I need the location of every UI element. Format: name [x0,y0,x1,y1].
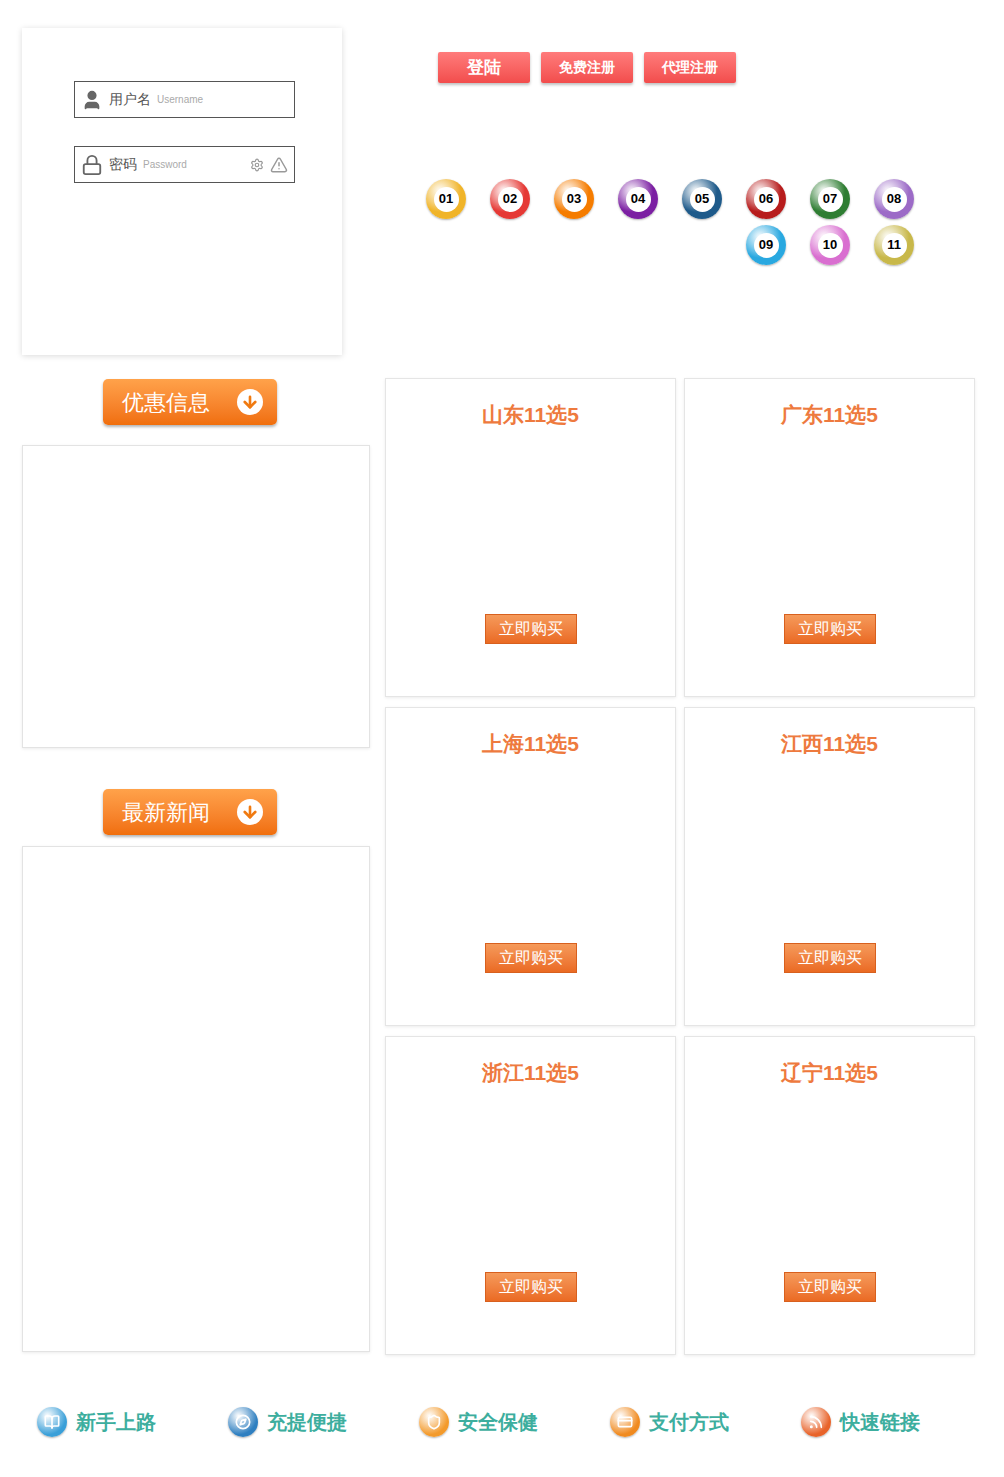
lottery-ball: 08 [874,179,914,219]
lottery-card: 辽宁11选5 立即购买 [684,1036,975,1355]
lottery-card: 山东11选5 立即购买 [385,378,676,697]
buy-button[interactable]: 立即购买 [784,614,876,644]
lottery-ball: 05 [682,179,722,219]
top-section: 用户名Username密码Password登陆免费注册代理注册010203040… [0,0,1004,355]
lottery-title: 山东11选5 [482,401,579,429]
lottery-ball: 03 [554,179,594,219]
footer-link[interactable]: 快速链接 [801,1407,992,1437]
warning-icon [270,156,288,174]
ball-grid: 01 02 03 04 05 06 07 08 09 10 11 [426,179,914,265]
gear-icon[interactable] [250,158,264,172]
buy-button[interactable]: 立即购买 [485,943,577,973]
sidebar-panel [22,846,370,1352]
lottery-title: 辽宁11选5 [781,1059,878,1087]
footer-link[interactable]: 充提便捷 [228,1407,419,1437]
lottery-ball: 07 [810,179,850,219]
section-header-button[interactable]: 最新新闻 [103,789,277,835]
lottery-title: 上海11选5 [482,730,579,758]
buy-button[interactable]: 立即购买 [784,943,876,973]
lottery-ball: 11 [874,225,914,265]
lottery-title: 广东11选5 [781,401,878,429]
sidebar: 优惠信息最新新闻 [22,378,370,1355]
lottery-card: 江西11选5 立即购买 [684,707,975,1026]
user-icon [81,89,103,111]
lottery-ball: 06 [746,179,786,219]
lottery-ball: 02 [490,179,530,219]
lottery-card: 上海11选5 立即购买 [385,707,676,1026]
header-button[interactable]: 代理注册 [644,52,736,83]
footer-link[interactable]: 新手上路 [37,1407,228,1437]
sidebar-section: 优惠信息 [22,379,370,748]
down-arrow-icon [237,389,263,415]
footer-link-icon [801,1407,831,1437]
lock-icon [81,154,103,176]
username-field[interactable]: 用户名 Username [74,81,295,118]
down-arrow-icon [237,799,263,825]
buy-button[interactable]: 立即购买 [784,1272,876,1302]
footer-link[interactable]: 安全保健 [419,1407,610,1437]
footer-links: 新手上路充提便捷安全保健支付方式快速链接 [0,1407,1004,1467]
sidebar-panel [22,445,370,748]
buy-button[interactable]: 立即购买 [485,614,577,644]
section-header-button[interactable]: 优惠信息 [103,379,277,425]
lottery-ball: 04 [618,179,658,219]
lottery-title: 江西11选5 [781,730,878,758]
buy-button[interactable]: 立即购买 [485,1272,577,1302]
lottery-ball: 10 [810,225,850,265]
header-button[interactable]: 登陆 [438,52,530,83]
password-field[interactable]: 密码 Password [74,146,295,183]
header-right: 登陆免费注册代理注册 01 02 03 04 05 06 07 08 09 10 11 [426,28,914,355]
footer-link[interactable]: 支付方式 [610,1407,801,1437]
lottery-grid: 山东11选5立即购买广东11选5立即购买上海11选5立即购买江西11选5立即购买… [385,378,975,1355]
lottery-ball: 09 [746,225,786,265]
username-label: 用户名 [109,89,151,110]
username-placeholder: Username [157,92,203,107]
footer-link-icon [228,1407,258,1437]
login-panel: 用户名 Username 密码 Password [22,28,342,355]
footer-link-icon [610,1407,640,1437]
password-label: 密码 [109,154,137,175]
sidebar-section: 最新新闻 [22,789,370,1352]
lottery-title: 浙江11选5 [482,1059,579,1087]
header-buttons: 登陆免费注册代理注册 [426,52,914,83]
password-placeholder: Password [143,157,187,172]
footer-link-icon [37,1407,67,1437]
lottery-ball: 01 [426,179,466,219]
page: 用户名Username密码Password登陆免费注册代理注册010203040… [0,0,1004,1477]
footer-link-icon [419,1407,449,1437]
lottery-card: 浙江11选5 立即购买 [385,1036,676,1355]
header-button[interactable]: 免费注册 [541,52,633,83]
main-section: 优惠信息最新新闻山东11选5立即购买广东11选5立即购买上海11选5立即购买江西… [0,378,1004,1355]
lottery-card: 广东11选5 立即购买 [684,378,975,697]
